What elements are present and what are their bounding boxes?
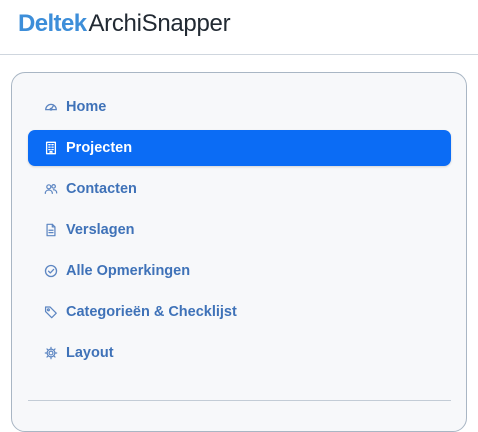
logo-product: ArchiSnapper [88,10,231,37]
logo-brand: Deltek [18,10,87,37]
sidebar-item-label: Layout [66,345,114,361]
dashboard-gauge-icon [44,100,58,114]
sidebar-item-label: Home [66,99,107,115]
sidebar-item-layout[interactable]: Layout [28,335,451,371]
sidebar-item-projecten[interactable]: Projecten [28,130,451,166]
document-icon [44,223,58,237]
gear-icon [44,346,58,360]
users-icon [44,182,58,196]
tag-icon [44,305,58,319]
sidebar-item-verslagen[interactable]: Verslagen [28,212,451,248]
sidebar-item-categorieen-checklijst[interactable]: Categorieën & Checklijst [28,294,451,330]
sidebar-item-label: Projecten [66,140,133,156]
sidebar-item-alle-opmerkingen[interactable]: Alle Opmerkingen [28,253,451,289]
app-header: DeltekArchiSnapper [0,0,478,55]
sidebar-item-contacten[interactable]: Contacten [28,171,451,207]
sidebar-item-label: Contacten [66,181,137,197]
sidebar-item-label: Verslagen [66,222,135,238]
app-logo[interactable]: DeltekArchiSnapper [18,10,231,38]
sidebar-item-home[interactable]: Home [28,89,451,125]
sidebar-divider [28,400,451,401]
sidebar-nav: Home Projecten Contacten Verslagen Alle … [28,89,451,376]
sidebar-item-label: Alle Opmerkingen [66,263,191,279]
sidebar-item-label: Categorieën & Checklijst [66,304,237,320]
check-circle-icon [44,264,58,278]
building-icon [44,141,58,155]
sidebar: Home Projecten Contacten Verslagen Alle … [11,72,467,432]
